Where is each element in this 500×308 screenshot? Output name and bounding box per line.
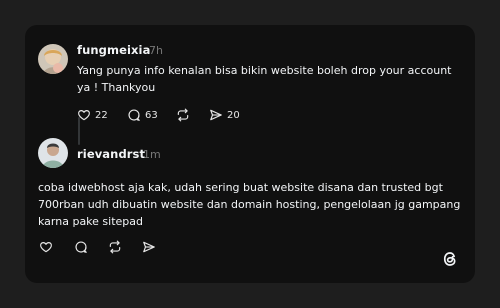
repost-icon [109,240,121,254]
post-share-count: 20 [227,109,240,121]
comment-icon [128,109,140,121]
post-like-count: 22 [95,109,108,121]
threads-post-card: fungmeixia 7h Yang punya info kenalan bi… [25,25,475,283]
avatar-fungmeixia[interactable] [38,44,68,74]
reply-timestamp: 1m [143,148,161,161]
reply-repost-button[interactable] [108,240,122,254]
reply-reply-button[interactable] [74,240,88,254]
post-share-button[interactable]: 20 [209,108,240,122]
comment-icon [75,241,87,253]
reply-body-text: coba idwebhost aja kak, udah sering buat… [38,181,461,228]
send-icon [143,241,155,253]
post-reply-button[interactable]: 63 [127,108,158,122]
post-reply-count: 63 [145,109,158,121]
reply-like-button[interactable] [39,240,53,254]
reply-author-name[interactable]: rievandrst [77,147,145,161]
post-repost-button[interactable] [176,108,190,122]
reply-share-button[interactable] [142,240,156,254]
heart-icon [40,242,52,253]
post-author-name[interactable]: fungmeixia [77,43,150,57]
post-like-button[interactable]: 22 [77,108,108,122]
heart-icon [78,110,90,121]
avatar-rievandrst[interactable] [38,138,68,168]
threads-logo-icon [441,250,459,272]
post-timestamp: 7h [149,44,163,57]
repost-icon [177,108,189,122]
send-icon [210,109,222,121]
post-body-text: Yang punya info kenalan bisa bikin websi… [77,64,452,94]
